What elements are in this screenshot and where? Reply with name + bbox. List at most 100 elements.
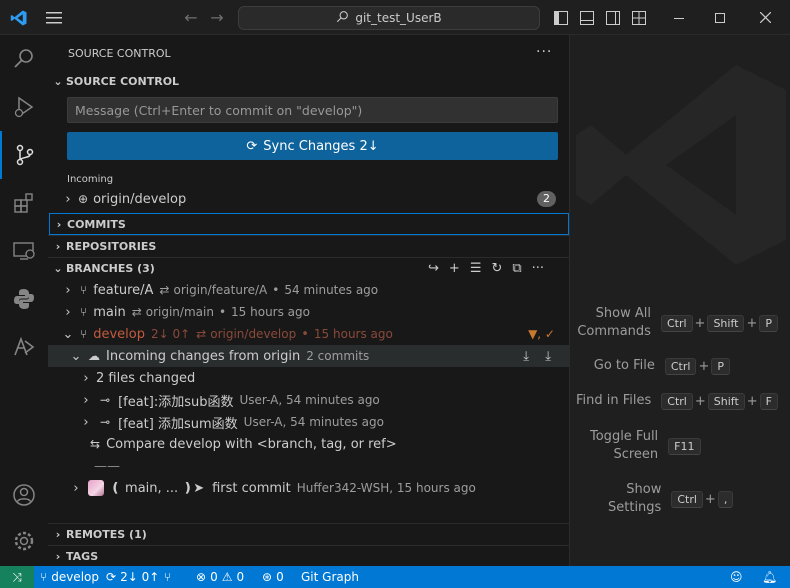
kbd-key: Ctrl — [671, 490, 703, 508]
separator-text: —— — [94, 458, 120, 474]
incoming-label-text: Incoming — [67, 173, 114, 185]
kbd-key: , — [717, 490, 734, 508]
extensions-icon[interactable] — [0, 179, 48, 227]
incoming-changes-row[interactable]: ⌄ ☁ Incoming changes from origin 2 commi… — [48, 345, 569, 367]
branch-sync: 2↓ 0↑ — [150, 327, 191, 341]
incoming-label: Incoming — [48, 168, 569, 190]
status-sync[interactable]: ⟳ 2↓ 0↑ — [106, 566, 159, 588]
manage-gear-icon[interactable] — [0, 517, 48, 565]
remote-explorer-icon[interactable] — [0, 227, 48, 275]
status-branch-action-icon[interactable]: ⑂ — [164, 566, 171, 588]
commit-message-input[interactable]: Message (Ctrl+Enter to commit on "develo… — [67, 97, 558, 123]
remotes-section-header[interactable]: › REMOTES (1) — [48, 523, 569, 545]
compare-label: Compare develop with <branch, tag, or re… — [106, 436, 397, 452]
section-title: SOURCE CONTROL — [66, 74, 180, 88]
add-branch-icon[interactable]: + — [449, 261, 460, 276]
status-ports[interactable]: ⊛ 0 — [262, 566, 284, 588]
tags-section-header[interactable]: › TAGS — [48, 545, 569, 567]
view-as-list-icon[interactable]: ☰ — [470, 261, 482, 276]
chevron-right-icon: › — [83, 392, 89, 408]
remote-indicator-icon[interactable]: ⤨ — [0, 566, 34, 588]
commit-row[interactable]: › ⊸ [feat]:添加sub函数 User-A, 54 minutes ag… — [48, 389, 569, 411]
files-changed-row[interactable]: › 2 files changed — [48, 367, 569, 389]
branch-current-icon: ⑂ — [80, 327, 88, 341]
branch-icon: ⑂ — [80, 283, 88, 297]
chevron-right-icon: › — [55, 240, 61, 253]
branch-icon: ⑂ — [40, 570, 48, 584]
customize-layout-icon[interactable] — [630, 0, 648, 35]
command-center-search[interactable]: git_test_UserB — [238, 6, 540, 30]
hint-label: Toggle Full — [590, 429, 659, 444]
avatar — [88, 480, 104, 496]
kbd-key: Shift — [707, 392, 745, 410]
compare-icon: ⇆ — [90, 437, 101, 451]
hint-show-settings: Show Settings Ctrl +, — [608, 481, 735, 517]
chevron-down-icon: ⌄ — [53, 262, 63, 275]
chevron-down-icon: ⌄ — [70, 348, 82, 364]
python-icon[interactable] — [0, 275, 48, 323]
incoming-changes-count: 2 commits — [306, 349, 370, 363]
copilot-icon[interactable]: ☺ — [730, 566, 743, 588]
status-git-graph[interactable]: Git Graph — [301, 566, 359, 588]
sync-changes-button[interactable]: ⟳ Sync Changes 2↓ — [67, 132, 558, 160]
forward-arrow-icon[interactable]: → — [206, 0, 228, 35]
branch-row-feature-a[interactable]: › ⑂ feature/A ⇄ origin/feature/A • 54 mi… — [48, 279, 569, 301]
maximize-icon[interactable] — [705, 0, 735, 35]
incoming-item[interactable]: › ⊕ origin/develop 2 — [48, 188, 569, 210]
commits-section-header[interactable]: › COMMITS — [49, 213, 569, 235]
kbd-plus: + — [698, 358, 710, 374]
branch-upstream: origin/main — [145, 305, 214, 319]
remotes-header-label: REMOTES (1) — [66, 528, 147, 541]
refresh-icon[interactable]: ↻ — [491, 261, 502, 276]
toggle-secondary-sidebar-icon[interactable] — [604, 0, 622, 35]
branch-upstream: origin/feature/A — [173, 283, 268, 297]
status-branch-label: develop — [51, 570, 99, 584]
hint-label: Settings — [608, 500, 662, 515]
branch-name: feature/A — [93, 282, 154, 298]
menu-icon[interactable] — [42, 0, 66, 35]
fetch-icon[interactable]: ⤓ — [523, 349, 529, 364]
close-icon[interactable] — [750, 0, 780, 35]
chevron-right-icon: › — [83, 370, 89, 386]
source-control-icon[interactable] — [0, 131, 48, 179]
kbd-key: F11 — [668, 437, 701, 455]
run-debug-icon[interactable] — [0, 83, 48, 131]
branch-row-main[interactable]: › ⑂ main ⇄ origin/main • 15 hours ago — [48, 301, 569, 323]
back-arrow-icon[interactable]: ← — [180, 0, 202, 35]
notifications-bell-icon[interactable]: 🔔︎ — [762, 566, 777, 588]
branch-row-develop[interactable]: ⌄ ⑂ develop 2↓ 0↑ ⇄ origin/develop • 15 … — [48, 323, 569, 345]
commit-row[interactable]: › ⊸ [feat] 添加sum函数 User-A, 54 minutes ag… — [48, 411, 569, 433]
explorer-icon[interactable] — [0, 35, 48, 83]
branch-icon: ⑂ — [80, 305, 88, 319]
toggle-panel-icon[interactable] — [578, 0, 596, 35]
kbd-plus: + — [694, 393, 706, 409]
more-icon[interactable]: ··· — [532, 261, 544, 276]
merge-icon[interactable]: ⤓ — [545, 349, 551, 364]
more-actions-icon[interactable]: ··· — [536, 44, 552, 60]
status-branch[interactable]: ⑂ develop — [40, 566, 99, 588]
files-changed-label: 2 files changed — [96, 370, 196, 386]
accounts-icon[interactable] — [0, 471, 48, 519]
minimize-icon[interactable] — [664, 0, 694, 35]
commit-icon: ⊸ — [100, 393, 111, 407]
vscode-logo-icon — [8, 0, 30, 35]
collapse-all-icon[interactable]: ⧉ — [512, 261, 521, 276]
source-control-section-header[interactable]: ⌄ SOURCE CONTROL — [48, 70, 569, 92]
kbd-key: Ctrl — [660, 314, 693, 332]
chevron-right-icon: › — [55, 528, 61, 541]
toggle-primary-sidebar-icon[interactable] — [552, 0, 570, 35]
chevron-down-icon: ⌄ — [62, 326, 74, 342]
commit-message-placeholder: Message (Ctrl+Enter to commit on "develo… — [75, 102, 363, 118]
kbd-plus: + — [746, 393, 758, 409]
tags-header-label: TAGS — [66, 550, 99, 563]
compare-row[interactable]: ⇆ Compare develop with <branch, tag, or … — [48, 433, 569, 455]
status-problems[interactable]: ⊗ 0 ⚠ 0 — [196, 566, 244, 588]
repositories-section-header[interactable]: › REPOSITORIES — [48, 235, 569, 257]
last-commit-row[interactable]: › ❪ main, ... ❫➤ first commit Huffer342-… — [48, 477, 569, 499]
git-graph-icon[interactable] — [0, 323, 48, 371]
switch-branch-icon[interactable]: ↪ — [428, 261, 439, 276]
status-ports-count: 0 — [276, 570, 284, 584]
commit-icon: ⊸ — [100, 415, 111, 429]
hint-go-to-file: Go to File Ctrl + P — [594, 357, 780, 375]
status-errors: 0 — [210, 570, 218, 584]
